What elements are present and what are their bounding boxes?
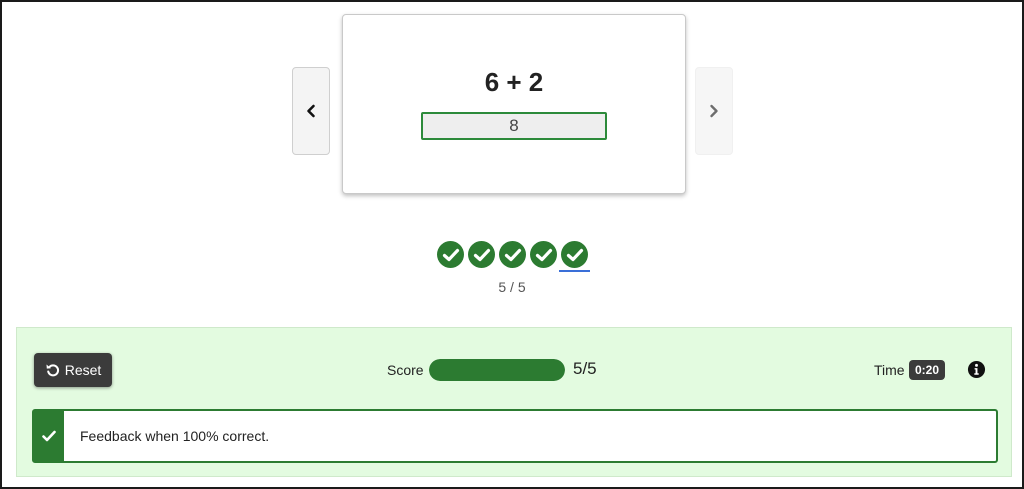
score-progress-bar xyxy=(429,359,565,381)
previous-card-button[interactable] xyxy=(292,67,330,155)
progress-dot-2[interactable] xyxy=(468,241,495,268)
flashcard: 6 + 2 xyxy=(342,14,686,194)
feedback-check-area xyxy=(34,411,64,461)
checkmark-icon xyxy=(42,430,56,442)
reset-label: Reset xyxy=(64,362,102,378)
score-value: 5/5 xyxy=(573,359,597,378)
progress-counter: 5 / 5 xyxy=(498,279,526,295)
progress-dots xyxy=(437,241,590,272)
check-circle-icon xyxy=(535,248,552,261)
score-progress-fill xyxy=(429,359,565,381)
info-icon[interactable] xyxy=(967,360,986,379)
progress-dot-4[interactable] xyxy=(530,241,557,268)
flashcards-widget: 6 + 2 5 / 5 Reset xyxy=(0,0,1024,489)
next-card-button[interactable] xyxy=(695,67,733,155)
time-label: Time xyxy=(874,362,905,378)
check-circle-icon xyxy=(504,248,521,261)
score-label: Score xyxy=(387,362,424,378)
check-circle-icon xyxy=(566,248,583,261)
undo-icon xyxy=(46,364,59,377)
check-circle-icon xyxy=(442,248,459,261)
progress-dot-3[interactable] xyxy=(499,241,526,268)
feedback-text: Feedback when 100% correct. xyxy=(80,428,270,444)
time-badge: 0:20 xyxy=(909,360,946,380)
answer-input[interactable] xyxy=(421,112,607,140)
progress-dot-1[interactable] xyxy=(437,241,464,268)
progress-dot-5[interactable] xyxy=(559,241,590,272)
card-question: 6 + 2 xyxy=(484,67,544,97)
chevron-left-icon xyxy=(307,104,315,118)
feedback-box: Feedback when 100% correct. xyxy=(32,409,998,463)
results-panel: Reset Score 5/5 Time 0:20 Feedback when … xyxy=(16,327,1012,477)
reset-button[interactable]: Reset xyxy=(34,353,112,387)
chevron-right-icon xyxy=(710,104,718,118)
check-circle-icon xyxy=(473,248,490,261)
